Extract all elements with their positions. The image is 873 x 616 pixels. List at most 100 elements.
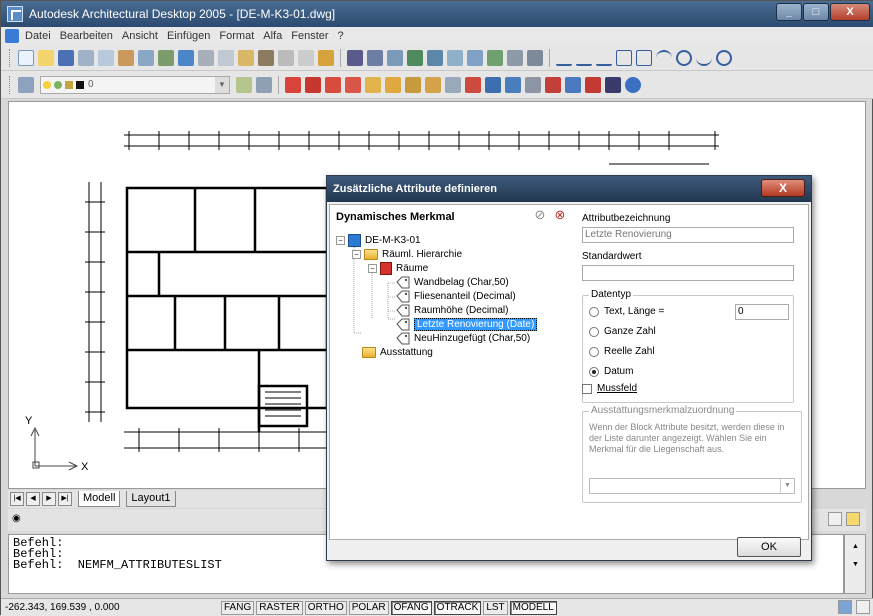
plot-preview-icon[interactable] <box>98 49 114 66</box>
toolbar-grip[interactable] <box>9 75 12 94</box>
text-length-field[interactable]: 0 <box>735 304 789 320</box>
required-checkbox-row[interactable]: Mussfeld <box>582 383 637 394</box>
last-tab-button[interactable]: ▶| <box>58 492 72 506</box>
minimize-button[interactable]: _ <box>776 3 802 21</box>
tree-attribute-selected[interactable]: Letzte Renovierung (Date) <box>396 317 538 331</box>
status-polar-button[interactable]: POLAR <box>348 600 389 615</box>
building-icon[interactable] <box>425 76 441 93</box>
database-icon[interactable] <box>605 76 621 93</box>
tree-attribute[interactable]: Raumhöhe (Decimal) <box>396 303 508 317</box>
collapse-icon[interactable]: − <box>368 263 377 273</box>
stop-icon[interactable] <box>285 76 301 93</box>
area-icon[interactable] <box>527 49 543 66</box>
viewport-icon[interactable] <box>828 512 842 526</box>
equipment-attribute-dropdown[interactable]: ▼ <box>589 478 795 494</box>
attr-name-field[interactable]: Letzte Renovierung <box>582 227 794 243</box>
grid-icon[interactable] <box>545 76 561 93</box>
tree-equipment[interactable]: Ausstattung <box>362 345 433 359</box>
menu-einfuegen[interactable]: Einfügen <box>167 30 210 42</box>
export-icon[interactable] <box>585 76 601 93</box>
print-icon[interactable] <box>78 49 94 66</box>
lightbulb-icon[interactable] <box>846 512 860 526</box>
command-scrollbar[interactable]: ▲ ▼ <box>844 534 866 594</box>
polyline-icon[interactable] <box>596 49 612 66</box>
spellcheck-icon[interactable] <box>138 49 154 66</box>
dialog-close-button[interactable]: X <box>761 179 805 197</box>
sheet-set-icon[interactable] <box>407 49 423 66</box>
remove-attribute-icon[interactable]: ⊗ <box>552 207 568 223</box>
scroll-down-icon[interactable]: ▼ <box>852 561 859 568</box>
zoom-icon[interactable] <box>467 49 483 66</box>
maximize-button[interactable]: □ <box>803 3 829 21</box>
ok-button[interactable]: OK <box>737 537 801 557</box>
exchange-icon[interactable] <box>485 76 501 93</box>
menu-datei[interactable]: Datei <box>25 30 51 42</box>
radio-button[interactable] <box>589 346 599 357</box>
tree-hierarchy[interactable]: − Räuml. Hierarchie <box>352 247 462 261</box>
ellipse-icon[interactable] <box>716 49 732 66</box>
close-button[interactable]: X <box>830 3 870 21</box>
properties-icon[interactable] <box>347 49 363 66</box>
pan-icon[interactable] <box>318 49 334 66</box>
radio-date[interactable]: Datum <box>589 366 633 377</box>
design-center-icon[interactable] <box>367 49 383 66</box>
collapse-icon[interactable]: − <box>352 249 361 259</box>
object-snap-icon[interactable] <box>487 49 503 66</box>
radio-integer[interactable]: Ganze Zahl <box>589 326 656 337</box>
attribute-icon[interactable] <box>345 76 361 93</box>
rectangle-icon[interactable] <box>636 49 652 66</box>
tree-icon[interactable] <box>385 76 401 93</box>
required-checkbox[interactable] <box>582 383 592 394</box>
add-attribute-icon[interactable]: ⊘ <box>532 207 548 223</box>
status-grid-button[interactable]: RASTER <box>256 600 303 615</box>
insert-icon[interactable] <box>325 76 341 93</box>
next-tab-button[interactable]: ▶ <box>42 492 56 506</box>
menu-bearbeiten[interactable]: Bearbeiten <box>60 30 113 42</box>
paste-icon[interactable] <box>238 49 254 66</box>
dimension-icon[interactable] <box>507 49 523 66</box>
menu-alfa[interactable]: Alfa <box>263 30 282 42</box>
chevron-down-icon[interactable]: ▼ <box>215 76 229 93</box>
make-current-layer-icon[interactable] <box>236 76 252 93</box>
tab-modell[interactable]: Modell <box>78 491 121 507</box>
status-otrack-button[interactable]: OTRACK <box>433 600 482 615</box>
ucs-toggle-icon[interactable]: ◉ <box>12 513 26 527</box>
cut-icon[interactable] <box>198 49 214 66</box>
report-icon[interactable] <box>465 76 481 93</box>
calculator-icon[interactable] <box>447 49 463 66</box>
radio-button[interactable] <box>589 306 599 317</box>
publish-icon[interactable] <box>118 49 134 66</box>
table-icon[interactable] <box>565 76 581 93</box>
tab-layout1[interactable]: Layout1 <box>126 491 176 507</box>
status-ortho-button[interactable]: ORTHO <box>304 600 347 615</box>
save-icon[interactable] <box>58 49 74 66</box>
tree-rooms[interactable]: − Räume <box>368 261 428 275</box>
line-icon[interactable] <box>556 49 572 66</box>
autodesk-app-icon[interactable] <box>7 6 23 22</box>
menu-format[interactable]: Format <box>219 30 254 42</box>
layer-previous-icon[interactable] <box>256 76 272 93</box>
etransmit-icon[interactable] <box>178 49 194 66</box>
tag-icon[interactable] <box>445 76 461 93</box>
undo-icon[interactable] <box>278 49 294 66</box>
polygon-icon[interactable] <box>616 49 632 66</box>
arc-icon[interactable] <box>656 49 672 66</box>
new-file-icon[interactable] <box>18 49 34 66</box>
status-lineweight-button[interactable]: LST <box>483 600 508 615</box>
block-icon[interactable] <box>305 76 321 93</box>
construction-line-icon[interactable] <box>576 49 592 66</box>
menu-help[interactable]: ? <box>338 30 344 42</box>
hierarchy-icon[interactable] <box>365 76 381 93</box>
sync-icon[interactable] <box>505 76 521 93</box>
tree-attribute[interactable]: Wandbelag (Char,50) <box>396 275 509 289</box>
document-icon[interactable] <box>5 29 19 43</box>
redo-icon[interactable] <box>298 49 314 66</box>
first-tab-button[interactable]: |◀ <box>10 492 24 506</box>
find-icon[interactable] <box>158 49 174 66</box>
layer-manager-icon[interactable] <box>18 76 34 93</box>
help-icon[interactable] <box>625 76 641 93</box>
status-osnap-button[interactable]: OFANG <box>390 600 432 615</box>
radio-text[interactable]: Text, Länge = <box>589 306 664 317</box>
layer-dropdown[interactable]: 0 ▼ <box>40 75 230 94</box>
match-properties-icon[interactable] <box>258 49 274 66</box>
